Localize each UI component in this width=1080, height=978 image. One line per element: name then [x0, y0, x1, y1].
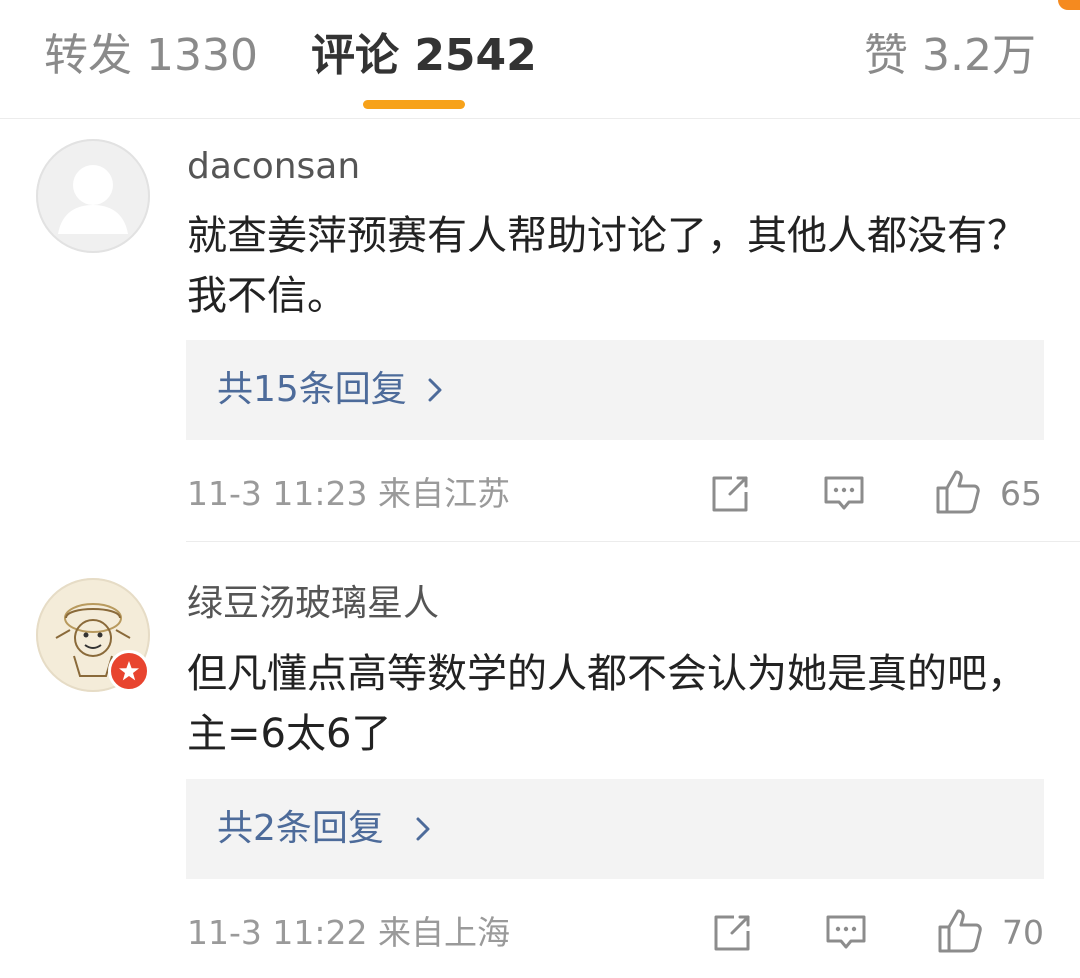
tab-likes[interactable]: 赞 3.2万 — [864, 26, 1036, 86]
like-icon[interactable] — [934, 468, 982, 516]
replies-count-label: 共2条回复 — [217, 808, 384, 849]
comment-text: 就查姜萍预赛有人帮助讨论了，其他人都没有？我不信。 — [187, 213, 1027, 319]
comment-icon[interactable] — [824, 911, 868, 955]
chevron-right-icon — [416, 817, 430, 841]
tab-reposts[interactable]: 转发 1330 — [44, 26, 258, 86]
like-count: 65 — [1000, 474, 1042, 513]
verified-badge-icon — [108, 650, 150, 692]
comments-page: 转发 1330 评论 2542 赞 3.2万 daconsan 就查姜萍预赛有人… — [0, 0, 1080, 978]
active-tab-indicator — [363, 100, 465, 109]
comment-item: daconsan 就查姜萍预赛有人帮助讨论了，其他人都没有？我不信。 共15条回… — [0, 118, 1080, 542]
replies-count-label: 共15条回复 — [217, 369, 407, 410]
comment-meta: 11-3 11:22 来自上海 — [187, 913, 510, 952]
view-replies-button[interactable]: 共2条回复 — [186, 779, 1044, 879]
view-replies-button[interactable]: 共15条回复 — [186, 340, 1044, 440]
share-icon[interactable] — [710, 911, 754, 955]
comment-meta: 11-3 11:23 来自江苏 — [187, 474, 510, 513]
comment-username[interactable]: 绿豆汤玻璃星人 — [187, 580, 439, 628]
comment-username[interactable]: daconsan — [187, 143, 360, 191]
share-icon[interactable] — [708, 472, 752, 516]
comment-icon[interactable] — [822, 472, 866, 516]
chevron-right-icon — [428, 378, 442, 402]
tab-bar: 转发 1330 评论 2542 赞 3.2万 — [0, 0, 1080, 119]
comment-text: 但凡懂点高等数学的人都不会认为她是真的吧，主=6太6了 — [187, 651, 1027, 757]
tab-comments[interactable]: 评论 2542 — [311, 26, 537, 86]
like-count: 70 — [1002, 913, 1044, 952]
comment-item: 绿豆汤玻璃星人 但凡懂点高等数学的人都不会认为她是真的吧，主=6太6了 共2条回… — [0, 542, 1080, 978]
default-avatar-icon[interactable] — [36, 139, 150, 253]
like-icon[interactable] — [936, 907, 984, 955]
